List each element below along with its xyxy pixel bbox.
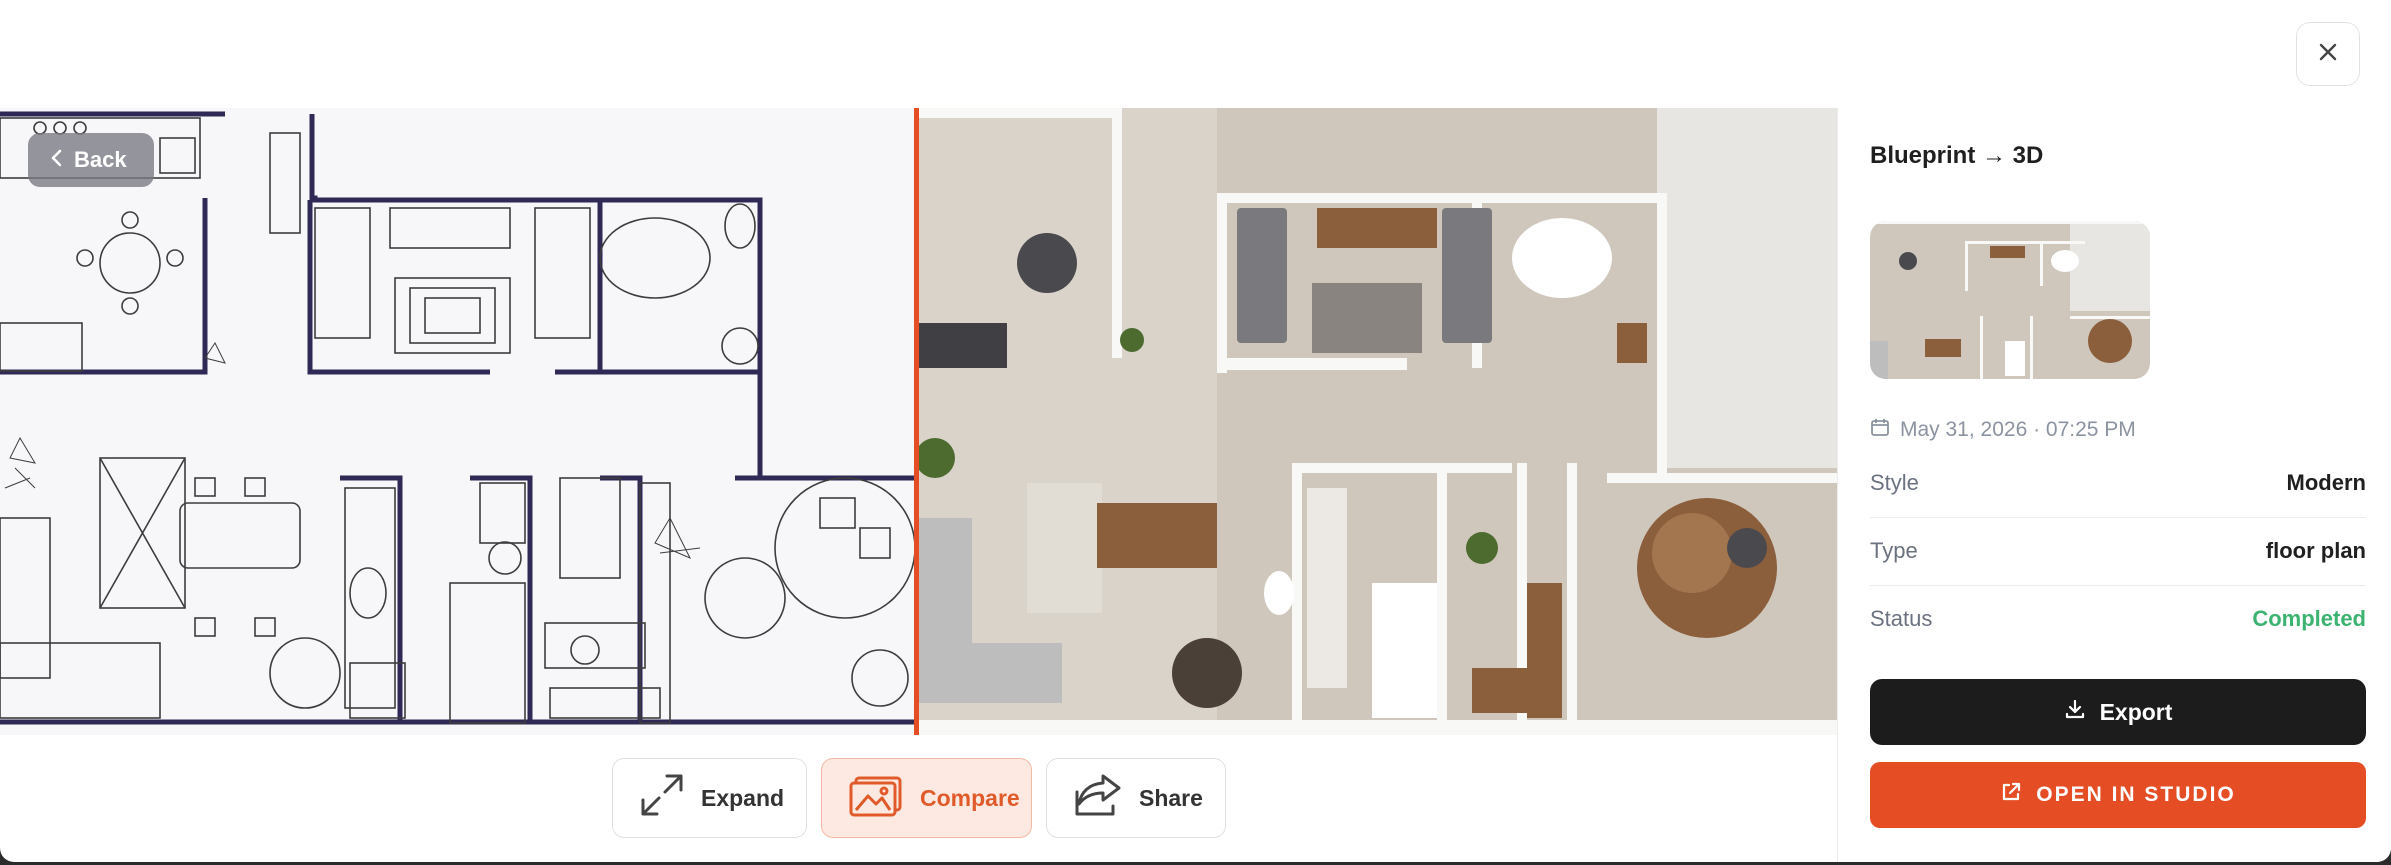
close-button[interactable] xyxy=(2296,22,2360,86)
viewer-toolbar: Expand Compare Share xyxy=(612,758,1226,838)
compare-button[interactable]: Compare xyxy=(821,758,1032,838)
chevron-left-icon xyxy=(50,147,64,173)
type-value: floor plan xyxy=(2265,538,2366,563)
export-button[interactable]: Export xyxy=(1870,679,2366,745)
close-icon xyxy=(2317,41,2339,68)
status-row: Status Completed xyxy=(1870,585,2366,653)
comparison-viewer[interactable]: Back xyxy=(0,108,1837,735)
share-icon xyxy=(1073,772,1123,824)
status-label: Status xyxy=(1870,606,1933,631)
style-label: Style xyxy=(1870,470,1919,495)
share-label: Share xyxy=(1139,784,1203,811)
share-button[interactable]: Share xyxy=(1046,758,1226,838)
created-date: May 31, 2026 · 07:25 PM xyxy=(1870,417,2136,443)
download-icon xyxy=(2064,698,2086,726)
modal-header xyxy=(0,0,2391,109)
compare-split-handle[interactable] xyxy=(914,108,919,735)
render-3d-image xyxy=(915,108,1837,735)
expand-button[interactable]: Expand xyxy=(612,758,807,838)
panel-title: Blueprint → 3D xyxy=(1870,142,2044,169)
blueprint-image: Back xyxy=(0,108,917,735)
type-row: Type floor plan xyxy=(1870,517,2366,586)
open-in-studio-button[interactable]: OPEN IN STUDIO xyxy=(1870,762,2366,828)
back-button[interactable]: Back xyxy=(28,133,154,187)
status-value: Completed xyxy=(2252,606,2366,631)
expand-label: Expand xyxy=(701,784,785,811)
expand-icon xyxy=(639,772,685,824)
date-text: May 31, 2026 · 07:25 PM xyxy=(1900,418,2136,441)
details-panel: Blueprint → 3D May 31, 2026 · 07:25 PM S… xyxy=(1837,108,2391,862)
export-label: Export xyxy=(2099,698,2173,725)
compare-icon xyxy=(848,772,904,824)
back-label: Back xyxy=(74,147,127,172)
external-link-icon xyxy=(2000,781,2022,809)
type-label: Type xyxy=(1870,538,1918,563)
studio-label: OPEN IN STUDIO xyxy=(2036,783,2236,806)
style-value: Modern xyxy=(2286,470,2366,495)
render-thumbnail[interactable] xyxy=(1870,221,2150,379)
render-detail-modal: Back Expand Compare Share Blueprint → 3D… xyxy=(0,0,2391,862)
compare-label: Compare xyxy=(920,784,1020,811)
style-row: Style Modern xyxy=(1870,449,2366,518)
calendar-icon xyxy=(1870,417,1890,443)
